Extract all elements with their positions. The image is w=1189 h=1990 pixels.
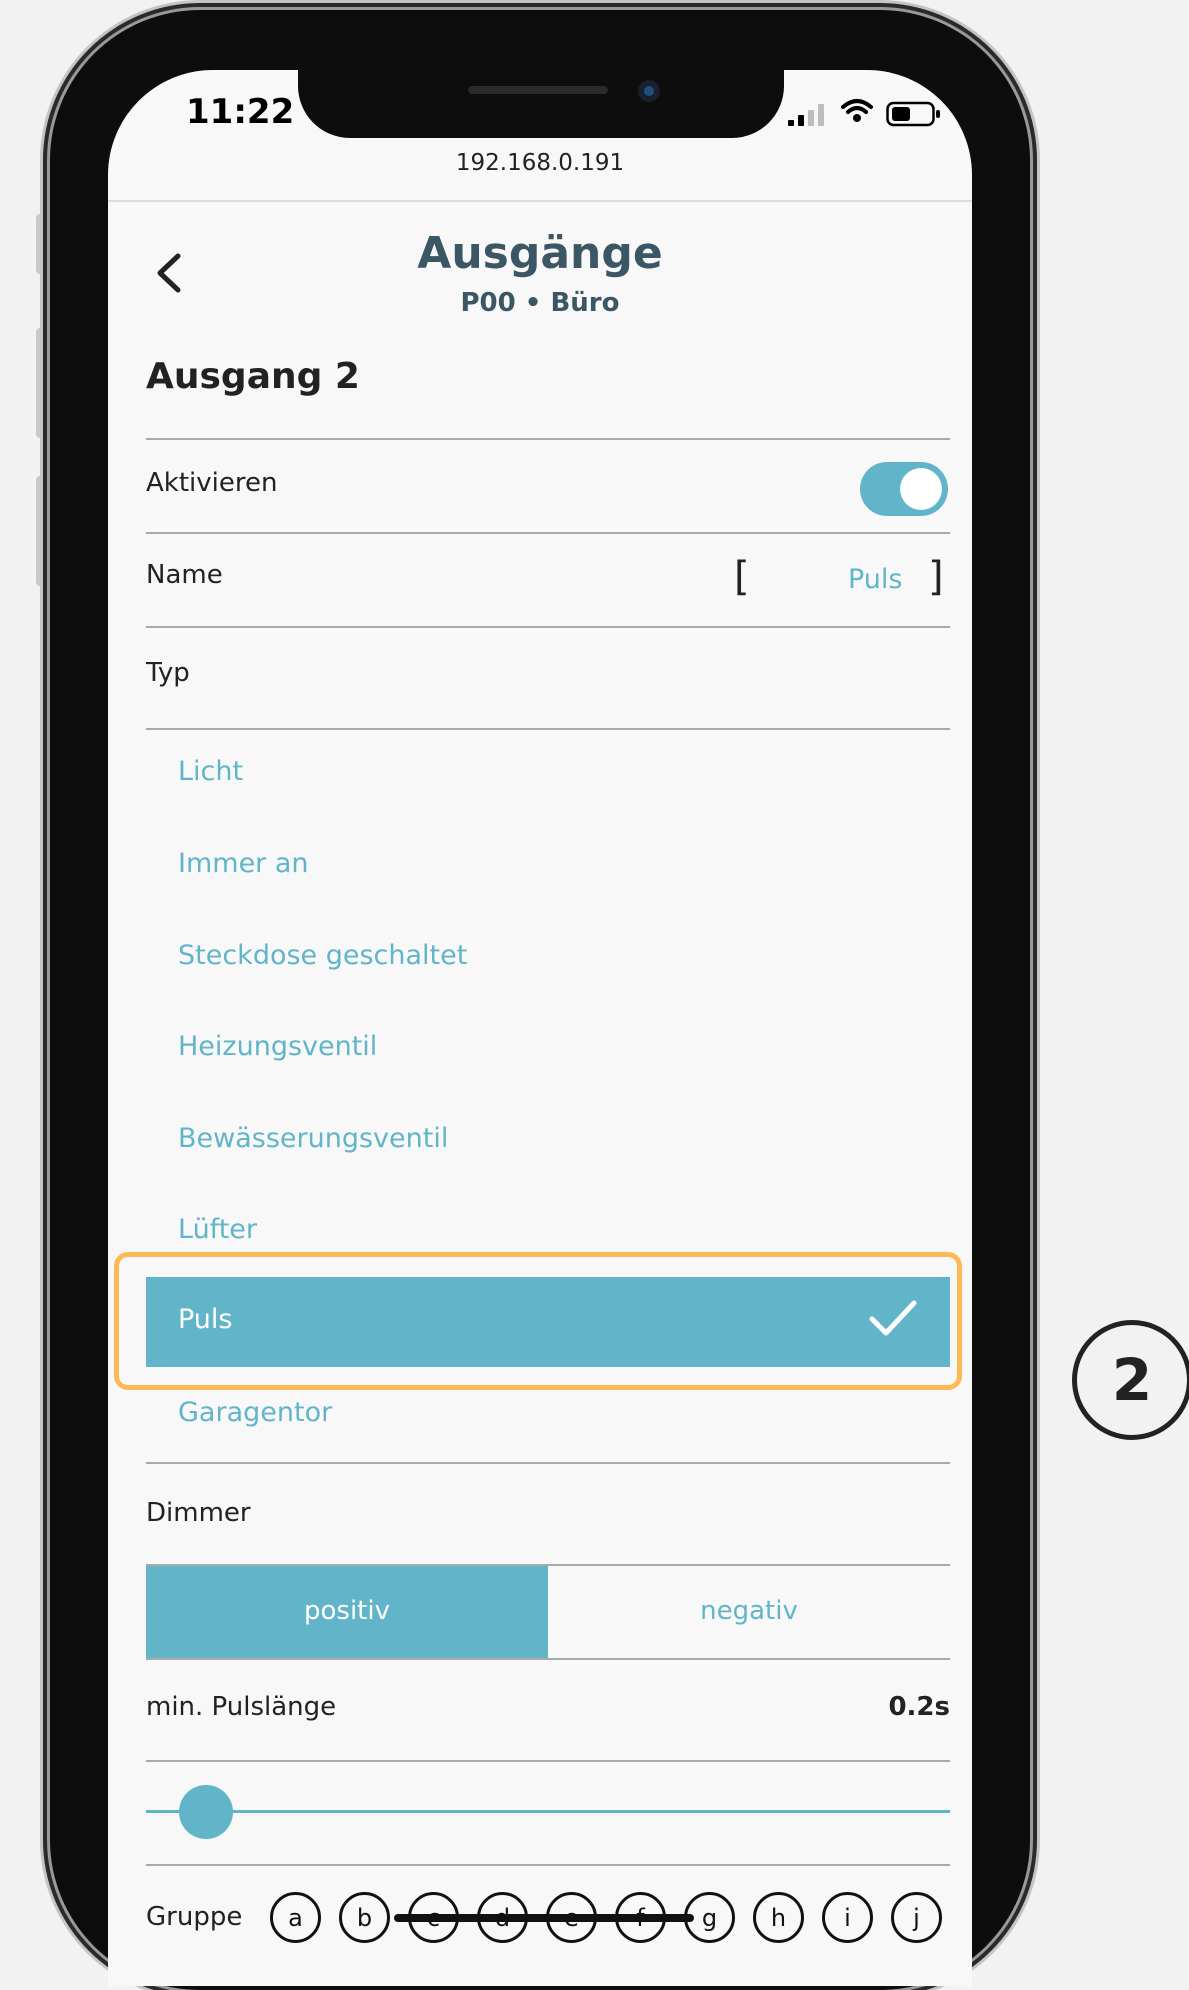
speaker-grille bbox=[468, 86, 608, 94]
dimmer-positive-label: positiv bbox=[304, 1596, 390, 1626]
type-option-heizungsventil[interactable]: Heizungsventil bbox=[178, 1031, 377, 1062]
url-divider bbox=[108, 200, 972, 202]
divider bbox=[146, 728, 950, 730]
url-bar[interactable]: 192.168.0.191 bbox=[108, 150, 972, 176]
page-subtitle: P00 • Büro bbox=[460, 288, 620, 318]
type-option-bewaesserungsventil[interactable]: Bewässerungsventil bbox=[178, 1123, 448, 1154]
pulse-slider-track[interactable] bbox=[146, 1810, 950, 1813]
battery-icon bbox=[886, 101, 940, 127]
divider bbox=[146, 532, 950, 534]
group-chip[interactable]: i bbox=[822, 1892, 873, 1943]
type-option-luefter[interactable]: Lüfter bbox=[178, 1214, 257, 1245]
name-value[interactable]: Puls bbox=[848, 564, 903, 595]
phone-volume-up-button bbox=[36, 328, 44, 438]
group-chip[interactable]: h bbox=[753, 1892, 804, 1943]
phone-notch bbox=[298, 70, 784, 138]
pulse-length-label: min. Pulslänge bbox=[146, 1692, 337, 1722]
name-open-bracket: [ bbox=[734, 554, 750, 600]
divider bbox=[146, 1462, 950, 1464]
group-chip[interactable]: j bbox=[891, 1892, 942, 1943]
type-option-steckdose[interactable]: Steckdose geschaltet bbox=[178, 940, 467, 971]
wifi-icon bbox=[841, 99, 873, 122]
activate-toggle[interactable] bbox=[860, 462, 948, 516]
home-indicator[interactable] bbox=[394, 1914, 694, 1922]
phone-side-button bbox=[36, 214, 44, 274]
divider bbox=[146, 1760, 950, 1762]
phone-scene: 11:22 192.168.0.191 Ausgänge P00 • Büro … bbox=[0, 0, 1030, 1990]
section-title: Ausgang 2 bbox=[146, 356, 360, 397]
pulse-length-value: 0.2s bbox=[888, 1692, 950, 1722]
divider bbox=[146, 1658, 950, 1660]
type-option-immer-an[interactable]: Immer an bbox=[178, 848, 309, 879]
type-option-licht[interactable]: Licht bbox=[178, 756, 243, 787]
group-label: Gruppe bbox=[146, 1902, 243, 1932]
type-option-garagentor[interactable]: Garagentor bbox=[178, 1397, 332, 1428]
toggle-knob bbox=[900, 468, 942, 510]
type-label: Typ bbox=[146, 658, 190, 688]
pulse-slider-knob[interactable] bbox=[179, 1785, 234, 1839]
step-number-badge: 2 bbox=[1072, 1320, 1189, 1440]
phone-volume-down-button bbox=[36, 476, 44, 586]
phone-screen: 11:22 192.168.0.191 Ausgänge P00 • Büro … bbox=[108, 70, 972, 1986]
front-camera bbox=[638, 80, 660, 102]
dimmer-label: Dimmer bbox=[146, 1498, 251, 1528]
group-chip[interactable]: a bbox=[270, 1892, 321, 1943]
activate-label: Aktivieren bbox=[146, 468, 278, 498]
name-close-bracket: ] bbox=[928, 554, 944, 600]
divider bbox=[146, 1864, 950, 1866]
divider bbox=[146, 438, 950, 440]
signal-icon bbox=[788, 102, 824, 126]
name-label: Name bbox=[146, 560, 223, 590]
page-title: Ausgänge bbox=[417, 228, 663, 279]
selection-highlight-frame bbox=[114, 1252, 962, 1390]
dimmer-negative-button[interactable]: negativ bbox=[548, 1596, 950, 1626]
divider bbox=[146, 626, 950, 628]
group-chip[interactable]: b bbox=[339, 1892, 390, 1943]
status-time: 11:22 bbox=[186, 92, 295, 132]
